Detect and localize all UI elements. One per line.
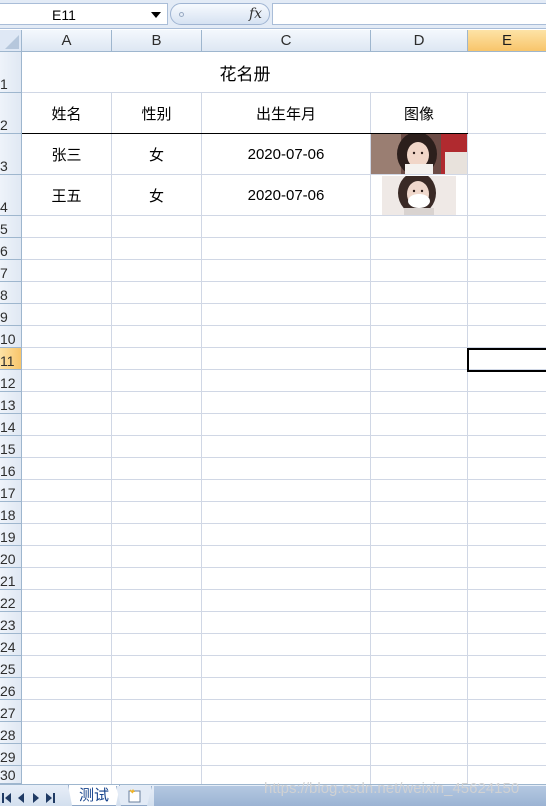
- gridline: [22, 765, 546, 766]
- watermark-text: https://blog.csdn.net/weixin_45624150: [264, 780, 520, 797]
- cell-gender[interactable]: 女: [112, 175, 201, 215]
- first-sheet-icon: [2, 793, 4, 803]
- gridline: [22, 655, 546, 656]
- row-header[interactable]: 22: [0, 590, 22, 612]
- sheet-title-cell[interactable]: 花名册: [22, 52, 468, 93]
- row-header[interactable]: 30: [0, 766, 22, 784]
- row-header[interactable]: 2: [0, 93, 22, 134]
- name-box[interactable]: E11: [0, 3, 168, 25]
- new-sheet-icon: [128, 789, 141, 803]
- gridline: [22, 435, 546, 436]
- gridline: [22, 699, 546, 700]
- row-header[interactable]: 20: [0, 546, 22, 568]
- tab-sheet-test[interactable]: 测试: [68, 785, 120, 806]
- gridline: [22, 391, 546, 392]
- portrait-image[interactable]: [371, 134, 467, 174]
- previous-sheet-icon: [18, 793, 24, 803]
- insert-sheet-button[interactable]: [116, 786, 152, 806]
- row-header[interactable]: 1: [0, 52, 22, 93]
- portrait-image-2: [382, 176, 456, 215]
- row-header[interactable]: 7: [0, 260, 22, 282]
- row-header[interactable]: 19: [0, 524, 22, 546]
- gridline: [22, 479, 546, 480]
- row-header[interactable]: 21: [0, 568, 22, 590]
- row-header[interactable]: 13: [0, 392, 22, 414]
- row-header[interactable]: 15: [0, 436, 22, 458]
- column-header-d[interactable]: D: [371, 30, 468, 52]
- cell-name[interactable]: 王五: [22, 175, 111, 215]
- row-header[interactable]: 26: [0, 678, 22, 700]
- gridline: [22, 743, 546, 744]
- cell-birth[interactable]: 2020-07-06: [202, 134, 370, 174]
- row-header[interactable]: 23: [0, 612, 22, 634]
- last-sheet-button[interactable]: [44, 789, 56, 803]
- gridline: [22, 501, 546, 502]
- first-sheet-button[interactable]: [2, 789, 14, 803]
- previous-sheet-button[interactable]: [16, 789, 28, 803]
- row-header[interactable]: 9: [0, 304, 22, 326]
- gridline: [22, 281, 546, 282]
- row-header[interactable]: 4: [0, 175, 22, 216]
- header-cell-gender[interactable]: 性别: [112, 93, 201, 133]
- last-sheet-icon: [46, 793, 52, 803]
- cell-gender[interactable]: 女: [112, 134, 201, 174]
- select-all-button[interactable]: [0, 30, 22, 52]
- gridline: [22, 545, 546, 546]
- gridline: [22, 567, 546, 568]
- column-header-c[interactable]: C: [202, 30, 371, 52]
- gridline: [22, 215, 546, 216]
- gridline: [22, 325, 546, 326]
- row-header[interactable]: 11: [0, 348, 22, 370]
- row-header[interactable]: 29: [0, 744, 22, 766]
- gridline: [22, 677, 546, 678]
- gridline: [22, 721, 546, 722]
- row-header[interactable]: 3: [0, 134, 22, 175]
- active-cell-e11[interactable]: [467, 348, 546, 372]
- row-header[interactable]: 6: [0, 238, 22, 260]
- row-header[interactable]: 8: [0, 282, 22, 304]
- gridline: [22, 589, 546, 590]
- row-header[interactable]: 27: [0, 700, 22, 722]
- row-header[interactable]: 28: [0, 722, 22, 744]
- chevron-down-icon[interactable]: [151, 12, 161, 18]
- header-cell-image[interactable]: 图像: [371, 93, 467, 133]
- cell-name[interactable]: 张三: [22, 134, 111, 174]
- formula-bar: E11 fx: [0, 0, 546, 29]
- gridline: [22, 523, 546, 524]
- row-header[interactable]: 10: [0, 326, 22, 348]
- insert-function-button[interactable]: fx: [170, 3, 270, 25]
- gridline: [22, 611, 546, 612]
- fx-icon[interactable]: fx: [249, 6, 262, 22]
- row-header[interactable]: 16: [0, 458, 22, 480]
- column-header-a[interactable]: A: [22, 30, 112, 52]
- column-header-b[interactable]: B: [112, 30, 202, 52]
- cell-grid[interactable]: 花名册 姓名 性别 出生年月 图像 张三 女 2020-07-06 王五 女 2…: [22, 52, 546, 784]
- next-sheet-button[interactable]: [30, 789, 42, 803]
- row-header[interactable]: 25: [0, 656, 22, 678]
- gridline: [467, 52, 468, 784]
- select-all-icon: [5, 35, 19, 49]
- row-header[interactable]: 14: [0, 414, 22, 436]
- gridline: [22, 457, 546, 458]
- gridline: [22, 413, 546, 414]
- gridline: [22, 303, 546, 304]
- name-box-value: E11: [52, 7, 76, 23]
- formula-input[interactable]: [272, 3, 546, 25]
- portrait-image[interactable]: [382, 176, 456, 215]
- row-header[interactable]: 18: [0, 502, 22, 524]
- gridline: [22, 259, 546, 260]
- column-header-e[interactable]: E: [468, 30, 546, 52]
- row-header[interactable]: 24: [0, 634, 22, 656]
- grip-icon: [179, 12, 184, 17]
- gridline: [22, 633, 546, 634]
- row-header[interactable]: 17: [0, 480, 22, 502]
- next-sheet-icon: [33, 793, 39, 803]
- row-header[interactable]: 5: [0, 216, 22, 238]
- cell-birth[interactable]: 2020-07-06: [202, 175, 370, 215]
- row-header[interactable]: 12: [0, 370, 22, 392]
- portrait-image-1: [371, 134, 467, 174]
- gridline: [22, 237, 546, 238]
- header-cell-name[interactable]: 姓名: [22, 93, 111, 133]
- header-cell-birth[interactable]: 出生年月: [202, 93, 370, 133]
